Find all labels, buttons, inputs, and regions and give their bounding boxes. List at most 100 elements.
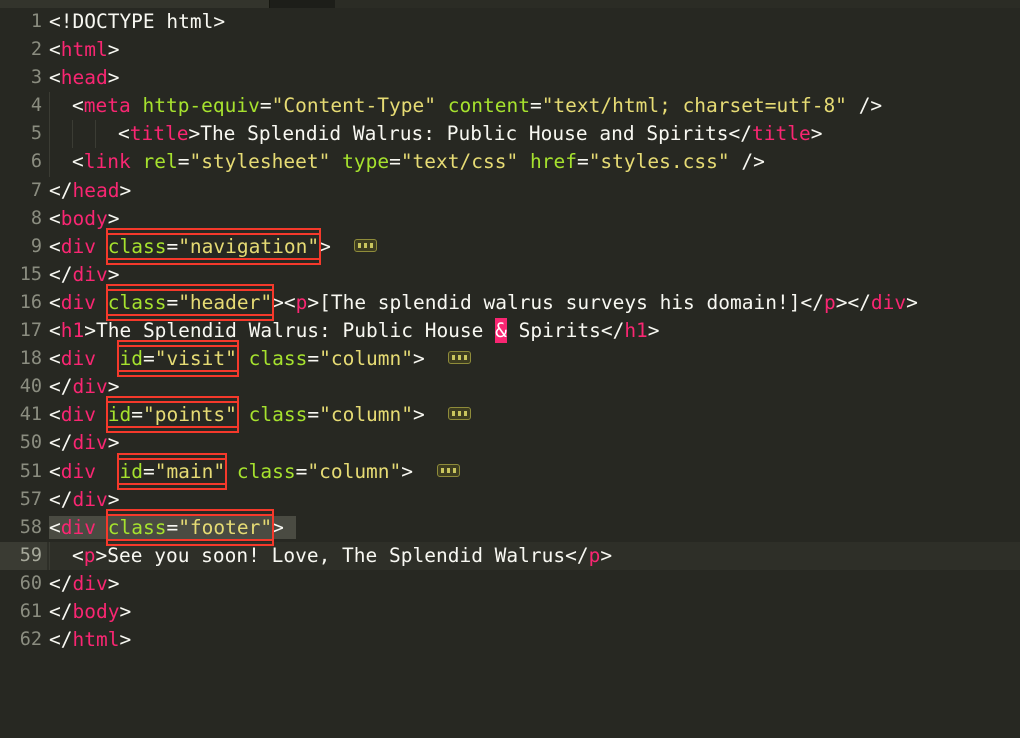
token-tag: html (60, 38, 108, 62)
editor-line[interactable]: 58 <div class="footer"> (0, 513, 1020, 542)
line-content[interactable]: <div id="visit" class="column"> (49, 345, 472, 373)
token-tag: div (60, 459, 96, 483)
token-punctuation: < (49, 206, 61, 230)
line-content[interactable]: <meta http-equiv="Content-Type" content=… (72, 92, 882, 120)
text-selection[interactable]: <div class="footer"> (49, 513, 296, 541)
editor-line[interactable]: 18 <div id="visit" class="column"> (0, 345, 1020, 373)
line-content[interactable]: </body> (49, 598, 131, 626)
token-punctuation: </ (49, 262, 73, 286)
token-text-node: See you soon! Love, The Splendid Walrus (107, 543, 566, 567)
token-tag: div (72, 487, 108, 511)
line-content[interactable]: </div> (49, 373, 119, 401)
token-attribute-value: "header" (178, 290, 273, 314)
editor-line[interactable]: 8 <body> (0, 205, 1020, 233)
line-content[interactable]: </head> (49, 177, 131, 205)
editor-line[interactable]: 6 <link rel="stylesheet" type="text/css"… (0, 148, 1020, 177)
line-number: 15 (19, 263, 42, 285)
fold-marker-icon[interactable] (448, 351, 472, 365)
editor-line[interactable]: 62 </html> (0, 626, 1020, 654)
line-number: 58 (19, 516, 42, 538)
token-attribute-name: id (119, 347, 143, 371)
line-content[interactable]: <div id="points" class="column"> (49, 401, 472, 429)
token-attribute-name: type (342, 150, 390, 174)
editor-line[interactable]: 60 </div> (0, 570, 1020, 598)
indent-guide (49, 148, 50, 177)
fold-marker-icon[interactable] (448, 407, 472, 421)
line-content[interactable]: </div> (49, 570, 119, 598)
fold-marker-icon[interactable] (436, 463, 460, 477)
line-content[interactable]: </div> (49, 429, 119, 457)
token-attribute-name: content (447, 94, 530, 118)
marked-attribute: id="main" (117, 457, 228, 485)
token-punctuation: < (283, 290, 296, 314)
editor-line[interactable]: 3 <head> (0, 64, 1020, 92)
fold-marker-icon[interactable] (354, 238, 378, 252)
line-content[interactable]: <!DOCTYPE html> (49, 8, 225, 36)
token-tag: div (870, 290, 907, 314)
token-attribute-name: class (248, 347, 308, 371)
editor-line[interactable]: 16 <div class="header"><p>[The splendid … (0, 288, 1020, 317)
line-content[interactable]: <div class="header"><p>[The splendid wal… (49, 288, 918, 317)
token-attribute-name: class (107, 290, 167, 314)
marked-attribute: class="footer" (105, 513, 275, 541)
token-punctuation: > (95, 543, 108, 567)
editor-line[interactable]: 51 <div id="main" class="column"> (0, 457, 1020, 486)
line-content[interactable]: <p>See you soon! Love, The Splendid Walr… (72, 542, 612, 570)
line-content[interactable]: </div> (49, 261, 119, 289)
token-tag: div (60, 234, 96, 258)
token-tag: p (588, 543, 601, 567)
token-punctuation: </ (49, 599, 73, 623)
token-punctuation: > (119, 178, 132, 202)
token-punctuation: < (72, 150, 84, 174)
editor-line[interactable]: 1 <!DOCTYPE html> (0, 8, 1020, 36)
token-attribute-name: id (107, 403, 132, 427)
line-content[interactable]: </html> (49, 626, 131, 654)
editor-line[interactable]: 4 <meta http-equiv="Content-Type" conten… (0, 92, 1020, 121)
line-content[interactable]: <div class="footer"> (49, 513, 296, 542)
tab-active-edge[interactable] (0, 0, 270, 8)
line-content[interactable]: <html> (49, 36, 119, 64)
line-content[interactable]: <link rel="stylesheet" type="text/css" h… (72, 148, 765, 176)
line-content[interactable]: <div id="main" class="column"> (49, 457, 460, 486)
line-content[interactable]: </div> (49, 486, 119, 514)
editor-line[interactable]: 61 </body> (0, 598, 1020, 626)
token-punctuation: </ (49, 628, 73, 652)
token-attribute-name: class (236, 459, 296, 483)
token-punctuation: < (72, 94, 84, 118)
token-attribute-value: "text/html; charset=utf-8" (541, 94, 847, 118)
line-content[interactable]: <head> (49, 64, 119, 92)
token-attribute-value: "points" (142, 403, 237, 427)
line-number: 51 (19, 460, 42, 482)
line-content[interactable]: <div class="navigation"> (49, 232, 378, 261)
token-attribute-name: id (119, 459, 143, 483)
token-punctuation: < (49, 347, 61, 371)
editor-line[interactable]: 5 <title>The Splendid Walrus: Public Hou… (0, 120, 1020, 149)
line-number: 41 (19, 404, 42, 426)
token-tag: meta (83, 94, 131, 118)
editor-line[interactable]: 7 </head> (0, 177, 1020, 205)
line-content[interactable]: <body> (49, 205, 119, 233)
editor-line[interactable]: 41 <div id="points" class="column"> (0, 401, 1020, 429)
line-content[interactable]: <h1>The Splendid Walrus: Public House & … (49, 317, 660, 345)
token-punctuation: < (118, 122, 130, 146)
editor-line[interactable]: 17 <h1>The Splendid Walrus: Public House… (0, 317, 1020, 345)
token-tag: p (83, 543, 96, 567)
invalid-entity-highlight: & (495, 318, 507, 344)
editor-line[interactable]: 2 <html> (0, 36, 1020, 64)
editor-line[interactable]: 15 </div> (0, 261, 1020, 289)
token-tag: link (83, 150, 131, 174)
editor-line[interactable]: 40 </div> (0, 373, 1020, 401)
token-tag: p (823, 290, 836, 314)
editor-line[interactable]: 50 </div> (0, 429, 1020, 457)
token-attribute-value: "visit" (154, 347, 237, 371)
token-tag: div (72, 571, 108, 595)
token-punctuation: </ (565, 543, 589, 567)
token-tag: title (129, 122, 189, 146)
token-attribute-value: "footer" (178, 515, 273, 539)
token-punctuation: < (72, 543, 84, 567)
editor-line[interactable]: 57 </div> (0, 486, 1020, 514)
editor-line[interactable]: 9 <div class="navigation"> (0, 232, 1020, 261)
editor-line-current[interactable]: 59 <p>See you soon! Love, The Splendid W… (0, 541, 1020, 570)
line-content[interactable]: <title>The Splendid Walrus: Public House… (118, 120, 822, 148)
code-editor-surface[interactable]: 1 <!DOCTYPE html> 2 <html> 3 <head> 4 <m… (0, 8, 1020, 656)
